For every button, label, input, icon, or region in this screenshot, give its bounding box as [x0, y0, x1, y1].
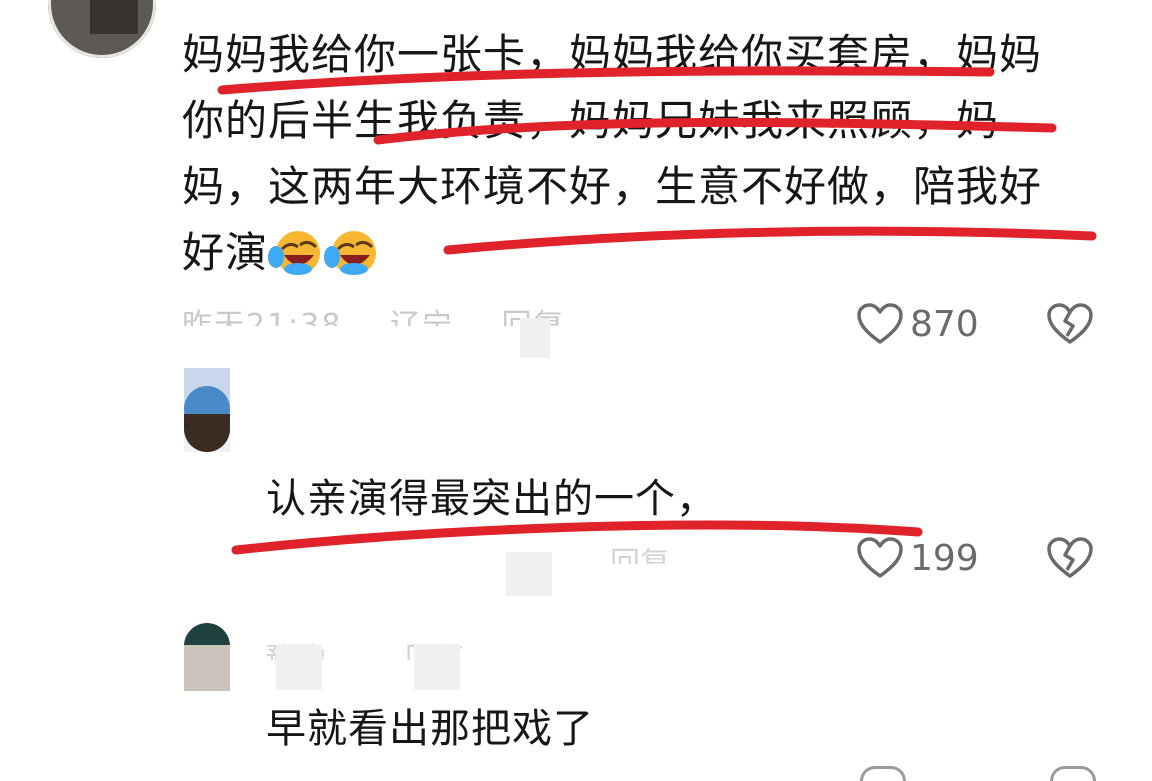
comment-line-4: 好演: [182, 220, 1092, 286]
comment-time: 昨天21:38: [182, 308, 343, 326]
main-comment-avatar[interactable]: [48, 0, 156, 58]
avatar-border: [48, 0, 156, 58]
laughing-crying-emoji: [324, 231, 377, 275]
main-like-count: 870: [910, 303, 979, 345]
main-like-button[interactable]: 870: [856, 302, 979, 346]
next-comment-like-peek: [860, 766, 906, 781]
comment-line-2: 你的后半生我负责，妈妈兄妹我来照顾，妈: [182, 96, 1000, 145]
heart-outline-icon: [857, 303, 903, 344]
reply2-avatar[interactable]: [184, 623, 230, 691]
comment-line-1: 妈妈我给你一张卡，妈妈我给你买套房，妈妈: [182, 30, 1043, 79]
broken-heart-icon: [1047, 537, 1093, 578]
redaction-block: [414, 644, 460, 690]
redaction-block: [276, 644, 322, 690]
main-dislike-button[interactable]: [1046, 302, 1094, 350]
reply1-text: 认亲演得最突出的一个，: [266, 476, 717, 522]
reply1-like-button[interactable]: 199: [856, 536, 979, 580]
comment-line-3: 妈，这两年大环境不好，生意不好做，陪我好: [182, 162, 1043, 211]
next-comment-dislike-peek: [1050, 766, 1096, 781]
reply1-dislike-button[interactable]: [1046, 536, 1094, 584]
heart-outline-icon: [857, 537, 903, 578]
laughing-crying-emoji: [268, 231, 321, 275]
comment-location: 辽宁: [390, 308, 455, 326]
reply2-text: 早就看出那把戏了: [266, 706, 594, 752]
broken-heart-icon: [1047, 303, 1093, 344]
reply1-like-count: 199: [910, 537, 979, 579]
avatar-bottom: [184, 645, 230, 691]
annotation-stroke-4: [231, 520, 923, 555]
redaction-block: [506, 552, 552, 596]
avatar-ground: [184, 414, 230, 452]
reply1-avatar[interactable]: [184, 368, 230, 452]
redaction-block: [520, 318, 550, 358]
main-comment-text: 妈妈我给你一张卡，妈妈我给你买套房，妈妈 你的后半生我负责，妈妈兄妹我来照顾，妈…: [182, 22, 1092, 286]
comment-line-4-text: 好演: [182, 228, 269, 277]
reply1-reply-link[interactable]: 回复: [610, 538, 690, 564]
